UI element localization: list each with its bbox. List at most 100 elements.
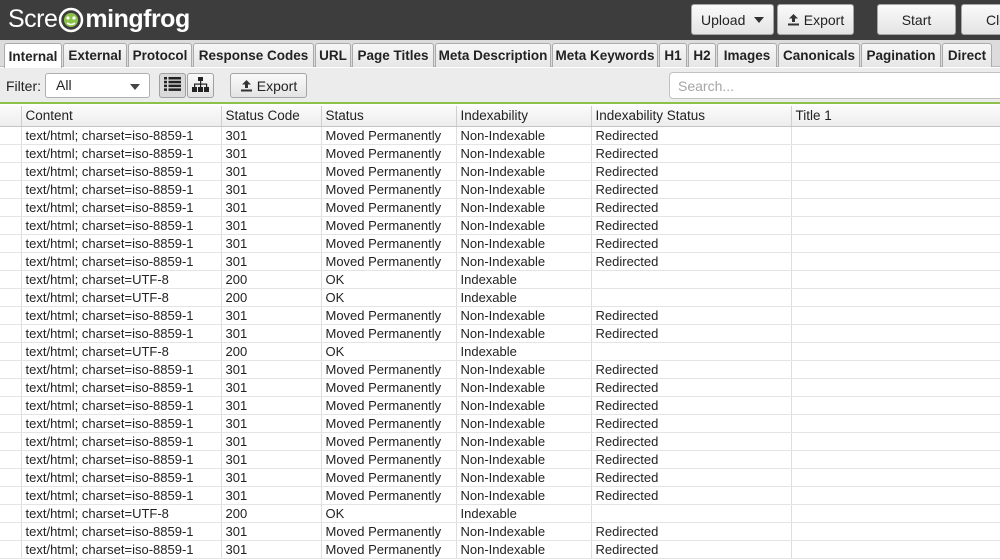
table-row[interactable]: text/html; charset=iso-8859-1 301 Moved Pe… [0,306,1000,325]
table-row[interactable]: text/html; charset=iso-8859-1 301 Moved Pe… [0,144,1000,163]
row-number-header[interactable] [0,106,22,127]
table-row[interactable]: text/html; charset=iso-8859-1 301 Moved Pe… [0,180,1000,199]
status-cell: Moved Permanently [321,180,457,199]
table-row[interactable]: text/html; charset=iso-8859-1 301 Moved Pe… [0,234,1000,253]
status-cell: OK [321,288,457,307]
tab-response-codes[interactable]: Response Codes [193,43,314,67]
table-row[interactable]: text/html; charset=iso-8859-1 301 Moved Pe… [0,378,1000,397]
indexability-cell: Non-Indexable [456,522,592,541]
indexability-status-cell: Redirected [591,126,792,145]
table-row[interactable]: text/html; charset=iso-8859-1 301 Moved Pe… [0,252,1000,271]
clear-button[interactable]: Cle [961,4,1000,35]
indexability-status-column-header[interactable]: Indexability Status [591,106,792,127]
row-number-cell [0,540,22,559]
row-number-cell [0,396,22,415]
tab-h2[interactable]: H2 [688,43,716,67]
tab-images[interactable]: Images [717,43,777,67]
row-number-cell [0,324,22,343]
title-1-cell [791,216,1000,235]
start-button[interactable]: Start [877,4,956,35]
status-code-column-header[interactable]: Status Code [221,106,322,127]
list-view-button[interactable] [159,73,186,98]
table-row[interactable]: text/html; charset=iso-8859-1 301 Moved Pe… [0,126,1000,145]
indexability-status-cell [591,342,792,361]
indexability-status-cell: Redirected [591,144,792,163]
tab-protocol[interactable]: Protocol [128,43,192,67]
indexability-cell: Non-Indexable [456,252,592,271]
table-row[interactable]: text/html; charset=iso-8859-1 301 Moved Pe… [0,162,1000,181]
sitemap-icon [192,76,209,95]
table-row[interactable]: text/html; charset=iso-8859-1 301 Moved Pe… [0,414,1000,433]
title-1-column-header[interactable]: Title 1 [791,106,1000,127]
filter-label: Filter: [6,78,41,94]
tab-external[interactable]: External [63,43,127,67]
content-cell: text/html; charset=UTF-8 [21,342,222,361]
tab-url[interactable]: URL [315,43,351,67]
indexability-cell: Non-Indexable [456,306,592,325]
status-column-header[interactable]: Status [321,106,457,127]
table-row[interactable]: text/html; charset=iso-8859-1 301 Moved Pe… [0,468,1000,487]
logo-text-start: Scre [8,4,58,33]
title-1-cell [791,504,1000,523]
tab-page-titles[interactable]: Page Titles [352,43,434,67]
row-number-cell [0,360,22,379]
tab-meta-keywords[interactable]: Meta Keywords [552,43,658,67]
status-code-cell: 301 [221,324,322,343]
table-row[interactable]: text/html; charset=UTF-8 200 OK Indexable [0,270,1000,289]
content-column-header[interactable]: Content [21,106,222,127]
table-row[interactable]: text/html; charset=iso-8859-1 301 Moved Pe… [0,360,1000,379]
row-number-cell [0,144,22,163]
table-row[interactable]: text/html; charset=iso-8859-1 301 Moved Pe… [0,450,1000,469]
status-code-cell: 301 [221,396,322,415]
export-button-label: Export [803,11,845,28]
filter-bar: Filter: All Export Search... [0,68,1000,104]
table-row[interactable]: text/html; charset=iso-8859-1 301 Moved Pe… [0,396,1000,415]
table-row[interactable]: text/html; charset=iso-8859-1 301 Moved Pe… [0,522,1000,541]
list-view-icon [164,77,181,94]
table-row[interactable]: text/html; charset=UTF-8 200 OK Indexable [0,288,1000,307]
row-number-cell [0,126,22,145]
filter-dropdown[interactable]: All [45,73,150,98]
indexability-cell: Non-Indexable [456,414,592,433]
status-cell: Moved Permanently [321,216,457,235]
table-row[interactable]: text/html; charset=iso-8859-1 301 Moved Pe… [0,540,1000,559]
filter-export-button[interactable]: Export [230,73,307,98]
indexability-cell: Indexable [456,270,592,289]
tree-view-button[interactable] [187,73,214,98]
status-cell: Moved Permanently [321,378,457,397]
indexability-status-cell: Redirected [591,414,792,433]
tab-direct[interactable]: Direct [942,43,992,67]
tab-h1[interactable]: H1 [659,43,687,67]
status-code-cell: 200 [221,504,322,523]
tab-canonicals[interactable]: Canonicals [778,43,860,67]
status-code-cell: 301 [221,306,322,325]
tab-internal[interactable]: Internal [4,43,62,68]
export-icon [787,13,800,26]
content-cell: text/html; charset=UTF-8 [21,288,222,307]
row-number-cell [0,198,22,217]
content-cell: text/html; charset=UTF-8 [21,270,222,289]
table-row[interactable]: text/html; charset=iso-8859-1 301 Moved Pe… [0,432,1000,451]
search-input[interactable] [669,72,1000,99]
table-row[interactable]: text/html; charset=iso-8859-1 301 Moved Pe… [0,216,1000,235]
indexability-cell: Non-Indexable [456,198,592,217]
table-row[interactable]: text/html; charset=iso-8859-1 301 Moved Pe… [0,486,1000,505]
export-button[interactable]: Export [777,4,854,35]
status-code-cell: 301 [221,216,322,235]
tab-pagination[interactable]: Pagination [861,43,941,67]
title-1-cell [791,378,1000,397]
table-row[interactable]: text/html; charset=UTF-8 200 OK Indexable [0,342,1000,361]
indexability-status-cell: Redirected [591,468,792,487]
indexability-status-cell: Redirected [591,540,792,559]
tab-label: Canonicals [782,48,856,63]
row-number-cell [0,162,22,181]
upload-button[interactable]: Upload [691,4,774,35]
indexability-column-header[interactable]: Indexability [456,106,592,127]
tab-meta-description[interactable]: Meta Description [435,43,551,67]
row-number-cell [0,468,22,487]
table-row[interactable]: text/html; charset=UTF-8 200 OK Indexable [0,504,1000,523]
frog-icon [58,7,84,33]
indexability-status-cell: Redirected [591,360,792,379]
table-row[interactable]: text/html; charset=iso-8859-1 301 Moved Pe… [0,324,1000,343]
table-row[interactable]: text/html; charset=iso-8859-1 301 Moved Pe… [0,198,1000,217]
